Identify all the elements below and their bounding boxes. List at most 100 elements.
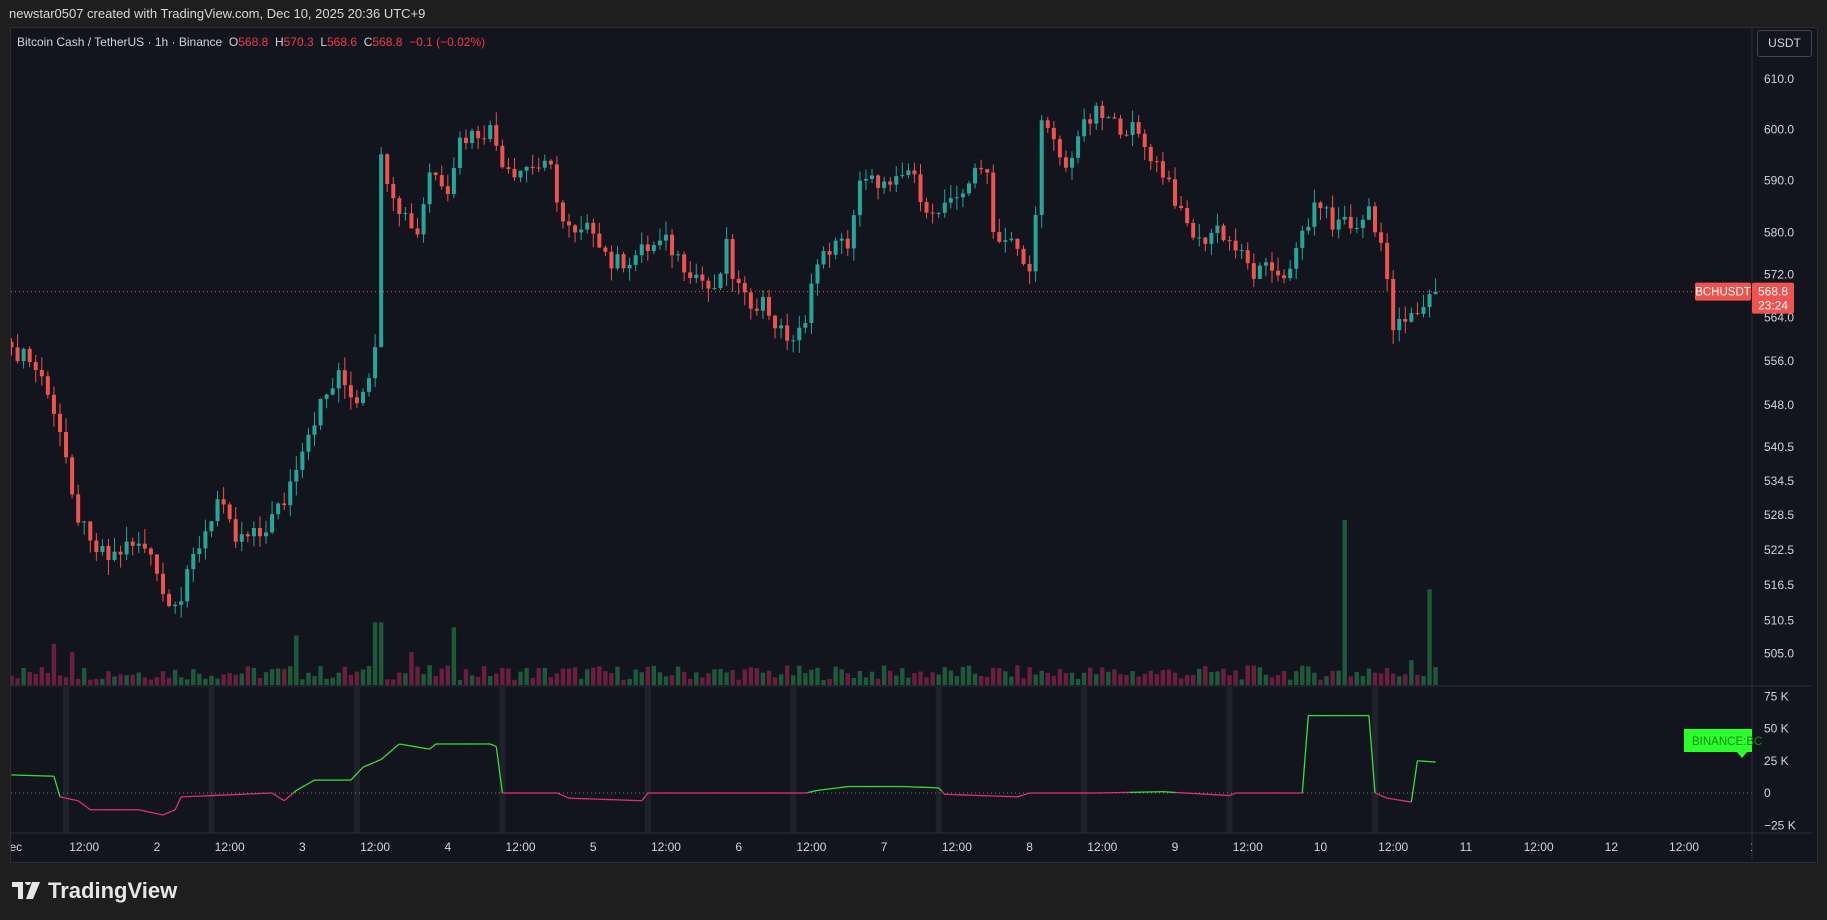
volume-bar: [1106, 671, 1111, 685]
chart-canvas[interactable]: 610.0600.0590.0580.0572.0564.0556.0548.0…: [0, 0, 1827, 920]
volume-bar: [288, 666, 293, 685]
volume-bar: [69, 652, 75, 685]
symbol-legend: Bitcoin Cash / TetherUS · 1h · Binance O…: [17, 35, 485, 49]
candle-body: [415, 228, 420, 235]
candle-body: [900, 175, 905, 177]
volume-bar: [1178, 678, 1184, 685]
indicator-line-segment: [641, 796, 646, 802]
indicator-line-segment: [386, 751, 391, 755]
session-break: [208, 687, 215, 833]
volume-bar: [912, 673, 917, 685]
time-tick-label: 10: [1314, 840, 1328, 854]
candle-body: [154, 554, 159, 574]
volume-bar: [221, 674, 226, 685]
volume-bar: [694, 672, 699, 685]
indicator-line-segment: [305, 782, 309, 786]
session-break: [499, 687, 506, 833]
tradingview-logo[interactable]: TradingView: [12, 878, 177, 904]
candle-body: [1124, 134, 1129, 136]
indicator-line-segment: [150, 811, 155, 814]
currency-button[interactable]: USDT: [1757, 30, 1812, 57]
indicator-line-segment: [1304, 715, 1309, 755]
candle-body: [663, 234, 668, 241]
candle-body: [621, 254, 626, 269]
volume-bar: [1021, 678, 1026, 685]
volume-bar: [142, 677, 148, 685]
volume-bar: [427, 665, 432, 685]
indicator-line-segment: [59, 796, 64, 799]
indicator-line-segment: [350, 776, 355, 781]
volume-bar: [209, 675, 214, 685]
volume-bar: [1075, 678, 1081, 685]
candle-body: [1021, 248, 1026, 264]
candle-body: [603, 247, 608, 252]
candle-body: [1324, 207, 1329, 209]
volume-bar: [972, 673, 978, 685]
candle-body: [270, 514, 275, 533]
volume-bar: [621, 679, 626, 685]
indicator-line-segment: [417, 746, 421, 749]
price-tick-label: 505.0: [1764, 646, 1794, 660]
candle-body: [560, 202, 565, 222]
volume-bar: [463, 669, 469, 685]
price-tick-label: 556.0: [1764, 354, 1794, 368]
volume-bar: [106, 671, 111, 685]
time-tick-label: 4: [444, 840, 451, 854]
volume-bar: [821, 680, 826, 685]
indicator-line-segment: [395, 743, 400, 748]
volume-bar: [1160, 670, 1166, 685]
volume-bar: [960, 666, 966, 685]
indicator-tick-label: −25 K: [1764, 818, 1796, 832]
volume-bar: [148, 679, 154, 685]
indicator-line-segment: [399, 743, 403, 746]
volume-bar: [1081, 672, 1087, 685]
candle-body: [670, 234, 675, 256]
candle-body: [1263, 262, 1268, 266]
volume-bar: [554, 673, 560, 685]
candle-body: [88, 521, 93, 541]
candle-body: [276, 503, 281, 515]
candle-body: [785, 325, 790, 341]
indicator-line-segment: [162, 813, 167, 816]
indicator-line-segment: [295, 788, 300, 791]
volume-bar: [700, 677, 705, 685]
price-tick-label: 534.5: [1764, 474, 1794, 488]
candle-body: [427, 172, 432, 205]
volume-bar: [1045, 672, 1050, 685]
indicator-line-segment: [144, 810, 148, 813]
volume-bar: [1294, 671, 1299, 685]
volume-bar: [760, 672, 766, 685]
volume-bar: [730, 670, 735, 685]
indicator-line-segment: [147, 811, 152, 813]
volume-bar: [1197, 668, 1202, 685]
candle-body: [845, 238, 850, 249]
candle-body: [973, 167, 978, 184]
time-axis: Dec 12:00 2 12:00 3 12:00 4 12:00 5 12:00 6 12:00 7 1…: [11, 840, 1752, 854]
candle-body: [754, 308, 759, 311]
candle-body: [282, 503, 287, 506]
volume-bar: [306, 672, 311, 685]
volume-bar: [1100, 667, 1105, 685]
indicator-line-segment: [814, 789, 818, 792]
volume-bar: [1372, 672, 1378, 685]
price-tick-label: 522.5: [1764, 543, 1794, 557]
volume-bar: [1154, 674, 1160, 685]
candle-body: [791, 340, 796, 342]
indicator-line-segment: [68, 798, 73, 801]
indicator-line-segment: [53, 776, 58, 787]
indicator-line-segment: [411, 745, 415, 748]
candle-body: [330, 388, 335, 395]
volume-bar: [1191, 674, 1196, 685]
volume-bar: [51, 643, 57, 685]
volume-bar: [397, 672, 402, 685]
candle-body: [1057, 139, 1062, 158]
candle-body: [215, 499, 220, 522]
indicator-line-segment: [1017, 795, 1021, 798]
indicator-line-segment: [562, 794, 567, 798]
session-break: [790, 687, 797, 833]
volume-bar: [21, 667, 26, 685]
volume-bar: [930, 672, 935, 685]
high-value: 570.3: [283, 35, 314, 49]
volume-bar: [1300, 665, 1305, 685]
candle-body: [767, 296, 771, 316]
